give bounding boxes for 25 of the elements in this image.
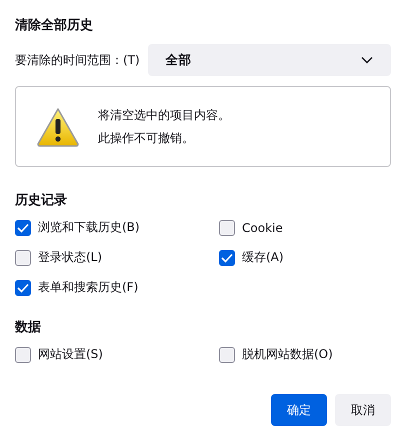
checkbox[interactable] xyxy=(219,250,235,266)
warning-icon xyxy=(36,106,80,146)
time-range-dropdown[interactable]: 全部 xyxy=(148,44,391,76)
dialog-title: 清除全部历史 xyxy=(15,16,94,35)
checkbox-label: 脱机网站数据(O) xyxy=(242,346,333,363)
checkbox-label: 缓存(A) xyxy=(242,249,284,266)
chevron-down-icon xyxy=(361,56,373,64)
section-heading: 数据 xyxy=(15,319,42,336)
checkbox-label: 浏览和下载历史(B) xyxy=(38,219,140,236)
checkbox[interactable] xyxy=(15,250,31,266)
checkbox-label: Cookie xyxy=(242,220,283,234)
warning-text: 此操作不可撤销。 xyxy=(98,130,195,146)
cancel-button[interactable]: 取消 xyxy=(335,394,391,426)
checkbox-label: 网站设置(S) xyxy=(38,346,103,363)
section-heading: 历史记录 xyxy=(15,192,68,209)
time-range-label: 要清除的时间范围：(T) xyxy=(15,52,140,68)
checkbox[interactable] xyxy=(219,346,235,362)
checkbox[interactable] xyxy=(15,220,31,236)
checkbox[interactable] xyxy=(15,280,31,296)
confirm-button[interactable]: 确定 xyxy=(271,394,327,426)
checkbox[interactable] xyxy=(219,220,235,236)
warning-text: 将清空选中的项目内容。 xyxy=(98,106,230,124)
checkbox-label: 登录状态(L) xyxy=(38,249,102,266)
checkbox[interactable] xyxy=(15,346,31,362)
checkbox-label: 表单和搜索历史(F) xyxy=(38,279,138,296)
